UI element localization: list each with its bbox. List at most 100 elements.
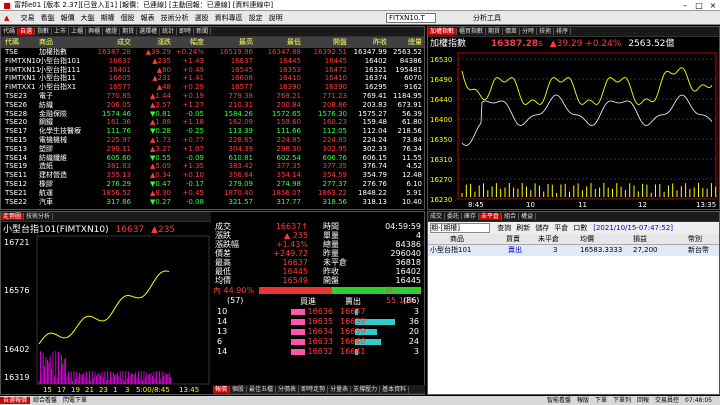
position-col-header[interactable]: 幣別 xyxy=(688,234,702,245)
maximize-icon[interactable]: □ xyxy=(692,0,706,11)
quote-tab-6[interactable]: 權證 xyxy=(103,28,121,35)
futures-bottom-tab-6[interactable]: 支撐壓力 xyxy=(351,386,381,393)
position-col-header[interactable]: 買賣 xyxy=(506,234,520,245)
quote-row[interactable]: TSE26 紡織 206.05 ▲2.57 +1.27 210.31 200.84 208.8… xyxy=(1,101,424,110)
quote-tab-3[interactable]: 上市 xyxy=(52,28,70,35)
position-row[interactable]: 小型台指101 賣出 3 16583.3333 27,200 新台幣 xyxy=(428,245,719,256)
quote-row[interactable]: TSE21 航運 1856.52 ▲8.30 +0.45 1870.40 1856.07 18… xyxy=(1,189,424,198)
quote-tab-5[interactable]: 興櫃 xyxy=(86,28,104,35)
order-toolbar-button[interactable]: 儲存 xyxy=(535,224,549,232)
menu-item-11[interactable]: 說明 xyxy=(266,11,286,25)
order-tab-0[interactable]: 成交 xyxy=(428,213,446,220)
order-tab-3[interactable]: 未平倉 xyxy=(479,213,503,220)
quote-row[interactable]: TSE15 電機機械 225.97 ▲1.73 +0.77 228.65 224.85 224… xyxy=(1,136,424,145)
quote-row[interactable]: TSE22 汽車 317.86 ▼0.27 -0.08 321.57 317.77 318.5… xyxy=(1,198,424,207)
futures-bottom-tab-7[interactable]: 基本資料 xyxy=(380,386,410,393)
quote-row[interactable]: TSE19 造紙 381.83 ▲5.09 +1.35 383.42 377.35 377.3… xyxy=(1,162,424,171)
menu-item-9[interactable]: 資料專區 xyxy=(212,11,246,25)
quote-row[interactable]: FIMTXN1 小型台指11 16605 ▲231 +1.41 16608 16410 164… xyxy=(1,74,424,83)
status-right-button-4[interactable]: 回報 xyxy=(634,397,652,404)
quote-col-header[interactable]: 漲跌 xyxy=(157,37,171,48)
tab-futures-chart[interactable]: 走勢圖 xyxy=(1,213,25,220)
futures-bottom-tab-4[interactable]: 即時走勢 xyxy=(299,386,329,393)
position-col-header[interactable]: 均價 xyxy=(580,234,594,245)
quote-col-header[interactable]: 最低 xyxy=(287,37,301,48)
quote-tab-10[interactable]: 即時 xyxy=(177,28,195,35)
status-right-button-5[interactable]: 交易員控 xyxy=(652,397,682,404)
analysis-tools-menu[interactable]: 分析工具 xyxy=(470,11,504,25)
futures-bottom-tab-3[interactable]: 分價表 xyxy=(276,386,300,393)
quote-tab-9[interactable]: 統計 xyxy=(160,28,178,35)
position-col-header[interactable]: 未平倉 xyxy=(538,234,559,245)
menu-item-7[interactable]: 技術分析 xyxy=(158,11,192,25)
quote-col-header[interactable]: 開盤 xyxy=(333,37,347,48)
index-tab-4[interactable]: 分時 xyxy=(520,28,538,35)
menu-item-10[interactable]: 設定 xyxy=(246,11,266,25)
book-row[interactable]: 13 16634 16639 20 xyxy=(215,327,423,337)
menu-item-4[interactable]: 期權 xyxy=(98,11,118,25)
book-row[interactable]: 14 16635 16638 36 xyxy=(215,317,423,327)
order-toolbar-button[interactable]: 查詢 xyxy=(497,224,511,232)
quote-tab-2[interactable]: 指數 xyxy=(35,28,53,35)
order-toolbar-button[interactable]: 口數 xyxy=(573,224,587,232)
account-select[interactable]: 期-[期權] xyxy=(430,223,490,233)
quote-tab-1[interactable]: 自選 xyxy=(18,28,36,35)
quote-tab-11[interactable]: 新聞 xyxy=(194,28,212,35)
futures-bottom-tab-2[interactable]: 最佳五檔 xyxy=(247,386,277,393)
quote-row[interactable]: TSE13 塑膠 299.11 ▲3.27 +1.07 304.39 298.30 302.9… xyxy=(1,145,424,154)
close-icon[interactable]: × xyxy=(706,0,720,11)
quote-row[interactable]: TSE14 紡織纖維 605.60 ▼0.55 -0.09 610.81 602.54 606… xyxy=(1,154,424,163)
status-right-button-3[interactable]: 下單列 xyxy=(610,397,634,404)
order-toolbar-button[interactable]: 刷新 xyxy=(516,224,530,232)
book-row[interactable]: 14 16632 16641 3 xyxy=(215,347,423,357)
quote-col-header[interactable]: 最高 xyxy=(239,37,253,48)
status-right-button-2[interactable]: 下單 xyxy=(592,397,610,404)
menu-item-8[interactable]: 選股 xyxy=(192,11,212,25)
index-tab-5[interactable]: 技術 xyxy=(537,28,555,35)
quote-col-header[interactable]: 商品 xyxy=(39,37,53,48)
order-tab-5[interactable]: 權益 xyxy=(519,213,537,220)
quote-col-header[interactable]: 成交 xyxy=(117,37,131,48)
status-right-button-0[interactable]: 智能看盤 xyxy=(544,397,574,404)
menu-item-5[interactable]: 個股 xyxy=(118,11,138,25)
quote-row[interactable]: FIMTXN10 小型台指101 16637 ▲235 +1.43 16637 16445 1… xyxy=(1,57,424,66)
position-col-header[interactable]: 損益 xyxy=(633,234,647,245)
tab-futures-tech[interactable]: 技術分析 xyxy=(24,213,54,220)
index-tab-6[interactable]: 排序 xyxy=(554,28,572,35)
quote-tab-7[interactable]: 期貨 xyxy=(120,28,138,35)
status-left-tab-2[interactable]: 閃電下單 xyxy=(60,397,90,404)
futures-bottom-tab-5[interactable]: 分量表 xyxy=(328,386,352,393)
quote-row[interactable]: FIMTXX1 小型台指X1 16577 ▲48 +0.29 16577 16390 1639… xyxy=(1,83,424,92)
quote-tab-4[interactable]: 上櫃 xyxy=(69,28,87,35)
position-col-header[interactable]: 商品 xyxy=(450,234,464,245)
quote-row[interactable]: TSE23 電子 770.85 ▲1.44 +0.19 779.38 769.21 771.2… xyxy=(1,92,424,101)
quote-row[interactable]: TSE11 建材營造 355.13 ▲0.34 +0.10 356.64 354.14 354… xyxy=(1,171,424,180)
order-tab-1[interactable]: 委託 xyxy=(445,213,463,220)
minimize-icon[interactable]: – xyxy=(678,0,692,11)
index-tab-1[interactable]: 櫃買指數 xyxy=(457,28,487,35)
symbol-input[interactable]: FITXN10.T xyxy=(386,13,436,23)
quote-col-header[interactable]: 幅度 xyxy=(190,37,204,48)
status-left-tab-1[interactable]: 綜合看盤 xyxy=(30,397,60,404)
futures-bottom-tab-1[interactable]: 個股 xyxy=(230,386,248,393)
order-toolbar-button[interactable]: 平倉 xyxy=(554,224,568,232)
menu-item-3[interactable]: 大盤 xyxy=(78,11,98,25)
menu-item-0[interactable]: 交易 xyxy=(18,11,38,25)
order-tab-2[interactable]: 庫存 xyxy=(462,213,480,220)
quote-tab-0[interactable]: 代碼 xyxy=(1,28,19,35)
quote-tab-8[interactable]: 選擇權 xyxy=(137,28,161,35)
quote-row[interactable]: TSE12 橡膠 276.29 ▼0.47 -0.17 279.09 274.98 277.3… xyxy=(1,180,424,189)
quote-row[interactable]: TSE28 金融保險 1574.46 ▼0.81 -0.05 1584.26 1572.65… xyxy=(1,110,424,119)
status-left-tab-0[interactable]: 自選報價 xyxy=(0,397,31,404)
book-row[interactable]: 6 16633 16640 24 xyxy=(215,337,423,347)
status-right-button-1[interactable]: 報版 xyxy=(574,397,592,404)
index-tab-2[interactable]: 期貨 xyxy=(486,28,504,35)
quote-row[interactable]: TSE17 化學生技醫療 111.76 ▼0.28 -0.25 113.39 111.66 1… xyxy=(1,127,424,136)
futures-bottom-tab-0[interactable]: 報價 xyxy=(213,386,231,393)
quote-row[interactable]: TSE 加權指數 16387.28 ▲39.29 +0.24% 16519.96 16347… xyxy=(1,48,424,57)
quote-col-header[interactable]: 代碼 xyxy=(5,37,19,48)
quote-col-header[interactable]: 總量 xyxy=(408,37,422,48)
menu-item-2[interactable]: 報價 xyxy=(58,11,78,25)
quote-row[interactable]: TSE20 鋼鐵 161.36 ▲1.88 +1.18 162.09 159.60 160.2… xyxy=(1,118,424,127)
index-tab-3[interactable]: 價差 xyxy=(503,28,521,35)
